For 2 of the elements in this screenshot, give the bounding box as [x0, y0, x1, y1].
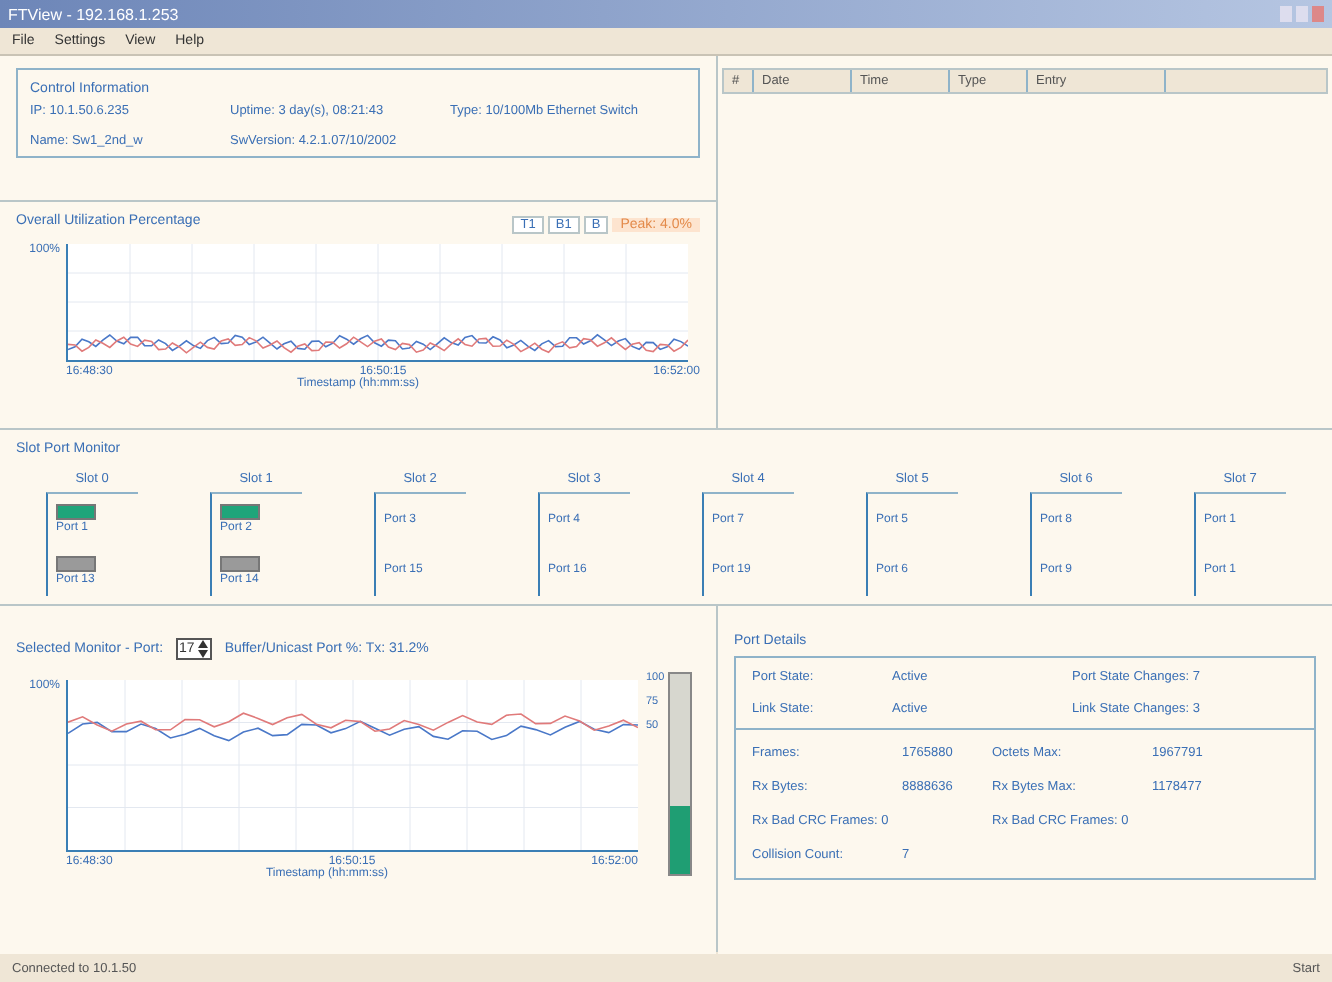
- spin-arrows-icon[interactable]: [198, 640, 209, 658]
- window-title: FTView - 192.168.1.253: [8, 5, 179, 23]
